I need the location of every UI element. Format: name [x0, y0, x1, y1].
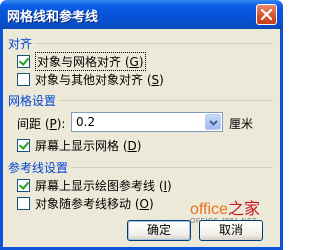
- checkbox-label: 对象与其他对象对齐 (S): [35, 72, 164, 87]
- dialog-body: 对齐 对象与网格对齐 (G) 对象与其他对象对齐 (S) 网格设置 间距 (P)…: [3, 29, 280, 247]
- spacing-label: 间距 (P):: [17, 117, 66, 131]
- section-divider: [71, 167, 273, 168]
- section-divider: [59, 100, 273, 101]
- dropdown-button[interactable]: [205, 114, 221, 130]
- checkbox-box[interactable]: [17, 138, 30, 152]
- checkbox-label: 对象随参考线移动 (O): [35, 196, 154, 211]
- section-divider: [35, 43, 273, 44]
- spacing-value: 0.2: [76, 115, 96, 129]
- cancel-button[interactable]: 取消: [199, 220, 263, 241]
- checkbox-label: 屏幕上显示绘图参考线 (I): [35, 178, 172, 193]
- spacing-unit: 厘米: [229, 117, 254, 131]
- title-bar[interactable]: 网格线和参考线: [0, 0, 283, 29]
- checkbox-box[interactable]: [17, 54, 30, 68]
- checkbox-label: 屏幕上显示网格 (D): [35, 138, 142, 153]
- close-icon: [261, 9, 272, 20]
- checkbox-label: 对象与网格对齐 (G): [35, 51, 146, 71]
- section-heading-snap: 对齐: [8, 37, 33, 51]
- chevron-down-icon: [209, 120, 218, 126]
- section-heading-guides: 参考线设置: [8, 161, 69, 175]
- show-drawing-guides-checkbox[interactable]: 屏幕上显示绘图参考线 (I): [17, 178, 172, 193]
- ok-button[interactable]: 确定: [127, 220, 191, 241]
- checkbox-box[interactable]: [17, 196, 30, 210]
- snap-to-objects-checkbox[interactable]: 对象与其他对象对齐 (S): [17, 72, 164, 87]
- checkbox-box[interactable]: [17, 178, 30, 192]
- snap-to-grid-checkbox[interactable]: 对象与网格对齐 (G): [17, 51, 146, 71]
- show-grid-checkbox[interactable]: 屏幕上显示网格 (D): [17, 138, 142, 153]
- close-button[interactable]: [256, 4, 277, 25]
- dialog-title: 网格线和参考线: [7, 10, 99, 25]
- watermark-text: office之家: [190, 201, 260, 218]
- section-heading-grid: 网格设置: [8, 94, 57, 108]
- checkbox-box[interactable]: [17, 72, 30, 86]
- move-with-guides-checkbox[interactable]: 对象随参考线移动 (O): [17, 196, 154, 211]
- dialog-window: 网格线和参考线 对齐 对象与网格对齐 (G) 对象与其他对象对齐 (S) 网格设…: [0, 0, 283, 250]
- spacing-combobox[interactable]: 0.2: [71, 112, 223, 132]
